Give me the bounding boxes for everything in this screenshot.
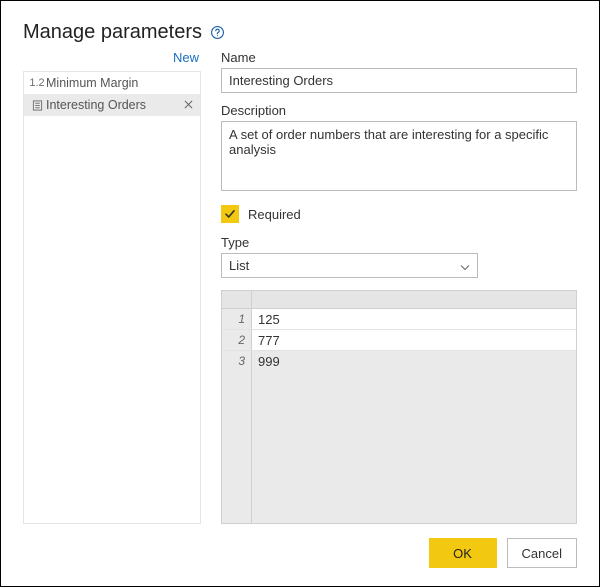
grid-empty-area — [222, 372, 576, 523]
parameter-item-interesting-orders[interactable]: Interesting Orders — [24, 94, 200, 116]
row-value: 125 — [252, 309, 576, 329]
required-row: Required — [221, 205, 577, 223]
parameter-item-label: Minimum Margin — [46, 76, 196, 90]
grid-header-value — [252, 291, 576, 308]
cancel-button[interactable]: Cancel — [507, 538, 577, 568]
grid-header — [222, 291, 576, 309]
required-label: Required — [248, 207, 301, 222]
dialog-header: Manage parameters — [23, 21, 577, 44]
row-value: 777 — [252, 330, 576, 350]
dialog-title: Manage parameters — [23, 21, 202, 44]
parameter-item-label: Interesting Orders — [46, 98, 180, 112]
parameter-list: 1.2 Minimum Margin Interesting Orders — [23, 71, 201, 524]
type-select-value: List — [221, 253, 478, 278]
type-select[interactable]: List — [221, 253, 478, 278]
name-input[interactable] — [221, 68, 577, 93]
row-number: 3 — [222, 351, 252, 372]
manage-parameters-dialog: Manage parameters New 1.2 Minimum Margin — [1, 1, 599, 586]
row-value: 999 — [252, 351, 576, 372]
ok-button[interactable]: OK — [429, 538, 497, 568]
required-checkbox[interactable] — [221, 205, 239, 223]
table-row[interactable]: 3 999 — [222, 351, 576, 372]
dialog-footer: OK Cancel — [23, 524, 577, 586]
description-input[interactable]: A set of order numbers that are interest… — [221, 121, 577, 191]
description-label: Description — [221, 103, 577, 118]
name-label: Name — [221, 50, 577, 65]
dialog-body: New 1.2 Minimum Margin Int — [23, 44, 577, 524]
parameter-form: Name Description A set of order numbers … — [221, 44, 577, 524]
remove-parameter-icon[interactable] — [180, 98, 196, 112]
list-values-grid: 1 125 2 777 3 999 — [221, 290, 577, 524]
list-icon — [28, 100, 46, 111]
row-number: 1 — [222, 309, 252, 329]
type-label: Type — [221, 235, 577, 250]
param-list-panel: New 1.2 Minimum Margin Int — [23, 44, 201, 524]
row-number: 2 — [222, 330, 252, 350]
table-row[interactable]: 2 777 — [222, 330, 576, 351]
table-row[interactable]: 1 125 — [222, 309, 576, 330]
grid-header-rownum — [222, 291, 252, 308]
decimal-icon: 1.2 — [28, 77, 46, 89]
new-parameter-link[interactable]: New — [23, 44, 201, 71]
parameter-item-minimum-margin[interactable]: 1.2 Minimum Margin — [24, 72, 200, 94]
grid-rows: 1 125 2 777 3 999 — [222, 309, 576, 523]
help-icon[interactable] — [210, 25, 225, 40]
